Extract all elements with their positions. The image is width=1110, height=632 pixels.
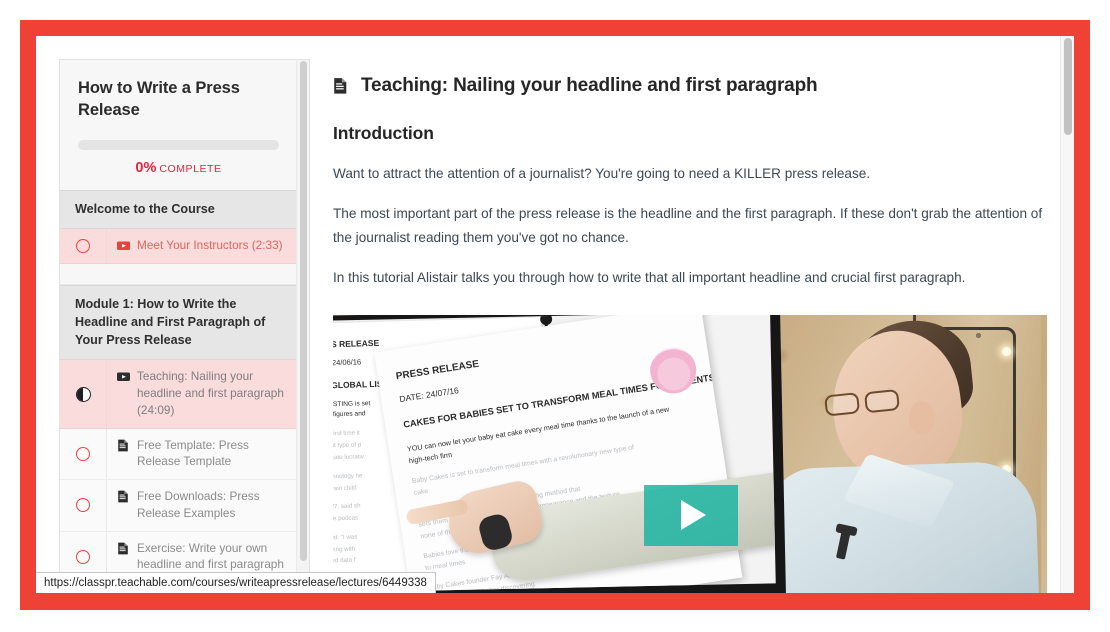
intro-paragraph-1: Want to attract the attention of a journ… [333, 166, 871, 181]
status-bar-url: https://classpr.teachable.com/courses/wr… [44, 577, 427, 589]
document-icon [117, 490, 130, 503]
sidebar-lesson-free-template[interactable]: Free Template: Press Release Template [60, 428, 297, 481]
lecture-video-player[interactable]: PRESS RELEASE DATE: 24/06/16 NEW GLOBAL … [333, 314, 1047, 593]
browser-viewport: How to Write a Press Release 0% COMPLETE … [36, 36, 1074, 593]
video-light-1 [1002, 346, 1011, 356]
circle-incomplete-icon [76, 498, 90, 513]
screenshot-root: How to Write a Press Release 0% COMPLETE … [0, 0, 1110, 632]
course-sidebar-content: How to Write a Press Release 0% COMPLETE … [60, 60, 297, 593]
module-spacer [60, 264, 297, 286]
sidebar-lesson-teaching-nailing-headline[interactable]: Teaching: Nailing your headline and firs… [60, 360, 297, 429]
course-sidebar: How to Write a Press Release 0% COMPLETE … [59, 59, 310, 593]
document-icon [117, 542, 130, 555]
circle-incomplete-icon [76, 446, 90, 461]
sidebar-lesson-meet-your-instructors[interactable]: Meet Your Instructors (2:33) [60, 229, 297, 265]
module-header: Welcome to the Course [60, 190, 297, 230]
progress-label: 0% COMPLETE [60, 150, 297, 190]
page-scrollbar[interactable] [1060, 36, 1074, 593]
module-header: Module 1: How to Write the Headline and … [60, 285, 297, 361]
video-play-button[interactable] [644, 484, 738, 546]
lesson-status [60, 428, 107, 480]
lesson-status [60, 480, 107, 531]
circle-half-progress-icon [75, 386, 91, 402]
play-triangle-icon [681, 500, 706, 530]
progress-complete-word: COMPLETE [159, 163, 222, 176]
intro-paragraph-3: In this tutorial Alistair talks you thro… [333, 270, 966, 286]
intro-paragraph-2: The most important part of the press rel… [333, 206, 1043, 245]
lesson-body: Teaching: Nailing your headline and firs… [107, 360, 297, 427]
sidebar-lesson-free-downloads[interactable]: Free Downloads: Press Release Examples [60, 480, 297, 532]
course-header: How to Write a Press Release [60, 60, 297, 122]
document-icon [117, 439, 130, 452]
lesson-title: Meet Your Instructors (2:33) [137, 238, 283, 253]
circle-incomplete-icon [76, 549, 90, 564]
lesson-body: Free Template: Press Release Template [107, 429, 297, 480]
section-heading: Introduction [333, 123, 434, 143]
browser-status-bar: https://classpr.teachable.com/courses/wr… [36, 572, 436, 593]
lesson-status [60, 229, 107, 264]
lesson-title: Free Template: Press Release Template [137, 437, 249, 469]
course-title: How to Write a Press Release [78, 79, 240, 120]
lecture-title-row: Teaching: Nailing your headline and firs… [333, 59, 1057, 97]
video-icon [117, 239, 130, 252]
progress-percent: 0% [135, 160, 157, 177]
lecture-content: Teaching: Nailing your headline and firs… [333, 59, 1057, 593]
page-title: Teaching: Nailing your headline and firs… [361, 75, 818, 96]
page-scroll-area: How to Write a Press Release 0% COMPLETE … [36, 36, 1074, 593]
lesson-body: Meet Your Instructors (2:33) [107, 229, 297, 263]
lesson-body: Free Downloads: Press Release Examples [107, 480, 297, 531]
video-display-screen: PRESS RELEASE DATE: 24/06/16 NEW GLOBAL … [333, 314, 786, 593]
lesson-title: Teaching: Nailing your headline and firs… [137, 369, 284, 417]
progress-bar-track [78, 140, 279, 151]
page-scrollbar-thumb[interactable] [1064, 38, 1072, 135]
lesson-status [60, 360, 107, 428]
lesson-title: Free Downloads: Press Release Examples [137, 489, 260, 520]
video-icon [117, 370, 130, 383]
circle-incomplete-icon [76, 239, 90, 254]
video-screw-2 [976, 332, 981, 338]
course-progress [60, 121, 297, 151]
document-icon [333, 77, 349, 95]
sidebar-scrollbar[interactable] [296, 60, 309, 593]
sidebar-scrollbar-thumb[interactable] [300, 61, 307, 561]
video-display-content: PRESS RELEASE DATE: 24/06/16 NEW GLOBAL … [333, 314, 776, 593]
red-highlight-frame: How to Write a Press Release 0% COMPLETE … [20, 20, 1090, 610]
lesson-title: Exercise: Write your own headline and fi… [137, 540, 284, 572]
